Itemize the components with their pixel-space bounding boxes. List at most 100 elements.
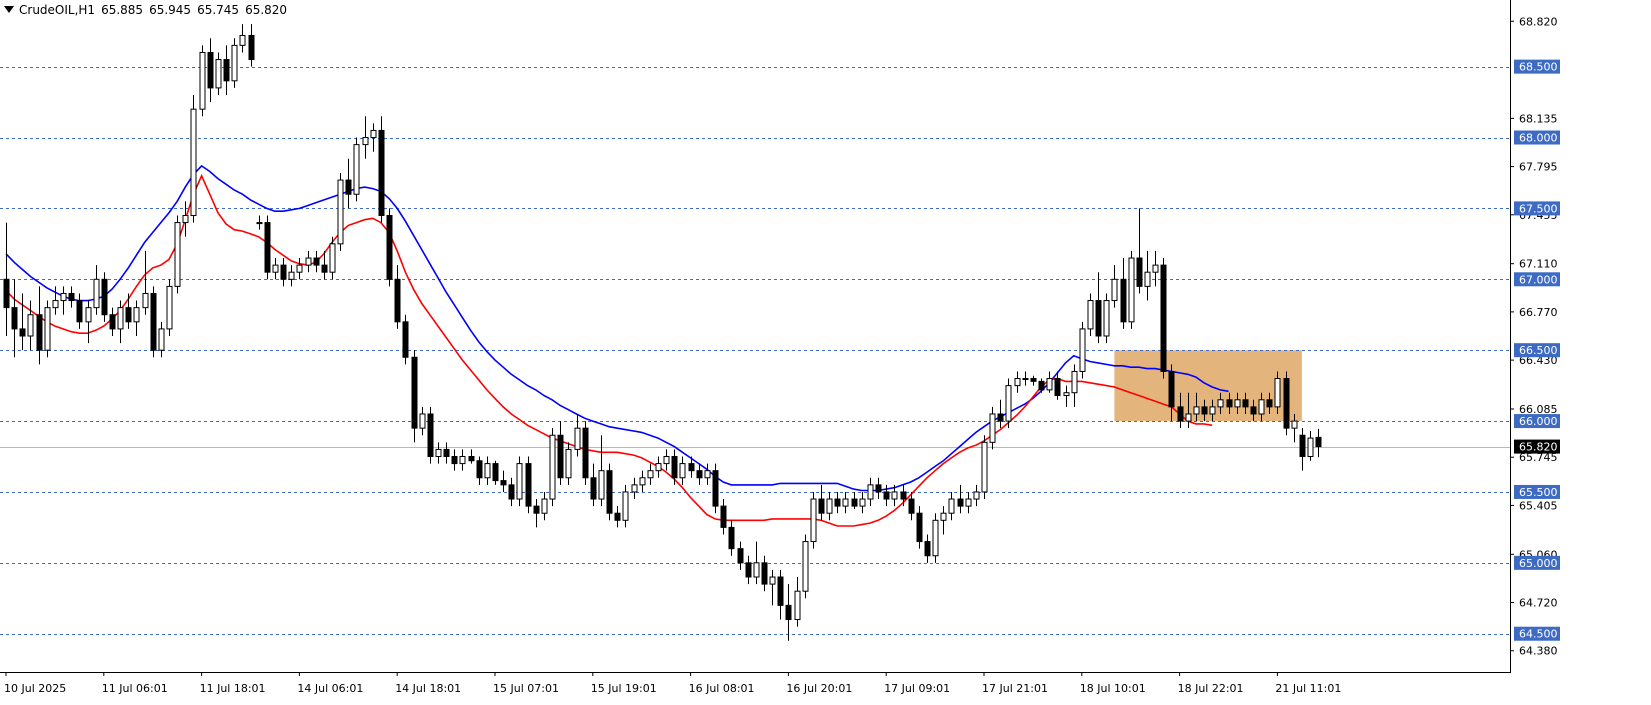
- candle-bearish: [883, 491, 890, 500]
- candle-bullish: [370, 129, 377, 139]
- candle-bullish: [622, 491, 629, 521]
- candle-bullish: [288, 271, 295, 280]
- candle-bullish: [231, 44, 238, 82]
- x-tick-label: 15 Jul 19:01: [591, 682, 657, 695]
- x-tick-label: 11 Jul 06:01: [102, 682, 168, 695]
- candle-bearish: [451, 456, 458, 465]
- candle-bullish: [948, 498, 955, 514]
- candle-bullish: [1005, 385, 1012, 422]
- candle-bullish: [52, 300, 59, 309]
- candle-bullish: [574, 427, 581, 450]
- candle-bearish: [688, 463, 695, 472]
- ohlc-high: 65.945: [149, 3, 192, 17]
- candle-bullish: [329, 243, 336, 273]
- candle-bearish: [125, 307, 132, 323]
- candle-bullish: [639, 477, 646, 486]
- candle-bearish: [614, 512, 621, 521]
- candle-bearish: [492, 463, 499, 482]
- candle-bearish: [411, 356, 418, 429]
- candle-bearish: [427, 413, 434, 458]
- candle-bearish: [557, 434, 564, 479]
- candle-bearish: [761, 562, 768, 585]
- dropdown-triangle-icon[interactable]: [4, 6, 14, 13]
- candle-bullish: [1291, 420, 1298, 429]
- ohlc-close: 65.820: [245, 3, 288, 17]
- candle-bullish: [60, 292, 67, 302]
- candle-bullish: [516, 463, 523, 500]
- candle-bearish: [321, 264, 328, 273]
- x-tick-label: 16 Jul 20:01: [786, 682, 852, 695]
- candle-bearish: [500, 480, 507, 486]
- candle-bullish: [565, 448, 572, 479]
- level-tag-label: 65.000: [1519, 557, 1558, 570]
- candle-bullish: [859, 498, 866, 507]
- candle-bearish: [1226, 399, 1233, 408]
- candle-bullish: [549, 434, 556, 500]
- candle-bullish: [842, 498, 849, 507]
- candle-bearish: [916, 512, 923, 543]
- candle-bearish: [248, 34, 255, 61]
- candle-bullish: [142, 292, 149, 309]
- x-tick-label: 21 Jul 11:01: [1275, 682, 1341, 695]
- candle-bullish: [85, 307, 92, 323]
- candle-bullish: [1217, 399, 1224, 408]
- candle-bearish: [150, 292, 157, 351]
- symbol-timeframe: CrudeOIL,H1: [19, 3, 96, 17]
- x-tick-label: 14 Jul 18:01: [395, 682, 461, 695]
- candle-bearish: [36, 314, 43, 351]
- candle-bullish: [459, 456, 466, 465]
- candle-bearish: [476, 460, 483, 479]
- candle-bullish: [769, 576, 776, 585]
- candle-bullish: [1209, 406, 1216, 415]
- candle-bullish: [158, 328, 165, 351]
- level-tag-label: 64.500: [1519, 628, 1558, 641]
- candle-bullish: [435, 448, 442, 458]
- candle-bearish: [525, 463, 532, 507]
- x-tick-label: 18 Jul 10:01: [1080, 682, 1146, 695]
- price-chart[interactable]: 68.82068.13567.79567.45567.11066.77066.4…: [0, 0, 1651, 705]
- candle-bearish: [443, 448, 450, 458]
- candle-bearish: [696, 470, 703, 479]
- candle-bullish: [679, 463, 686, 479]
- y-tick-label: 67.110: [1519, 258, 1558, 271]
- candle-bearish: [908, 498, 915, 514]
- y-tick-label: 66.085: [1519, 403, 1558, 416]
- candle-bearish: [712, 470, 719, 507]
- x-tick-label: 17 Jul 09:01: [884, 682, 950, 695]
- candle-bearish: [745, 562, 752, 578]
- y-tick-label: 68.820: [1519, 15, 1558, 28]
- candle-bearish: [1095, 300, 1102, 337]
- candle-bullish: [981, 441, 988, 493]
- candle-bullish: [305, 257, 312, 266]
- candle-bullish: [117, 307, 124, 330]
- candle-bearish: [1242, 399, 1249, 408]
- chart-header: CrudeOIL,H1 65.885 65.945 65.745 65.820: [4, 3, 293, 17]
- candle-bearish: [207, 51, 214, 89]
- candle-bearish: [1250, 406, 1257, 415]
- candle-bearish: [818, 498, 825, 514]
- candle-bearish: [851, 498, 858, 507]
- candle-bearish: [533, 505, 540, 514]
- candle-bullish: [484, 463, 491, 479]
- level-tag-label: 66.000: [1519, 415, 1558, 428]
- x-tick-label: 14 Jul 06:01: [297, 682, 363, 695]
- candle-bearish: [223, 59, 230, 82]
- candle-bullish: [1307, 437, 1314, 458]
- candle-bullish: [93, 278, 100, 309]
- candle-bullish: [199, 51, 206, 110]
- candle-bullish: [1103, 300, 1110, 337]
- candle-bearish: [1030, 378, 1037, 382]
- candle-bullish: [337, 179, 344, 245]
- candle-bearish: [264, 222, 271, 273]
- candle-bearish: [582, 427, 589, 479]
- y-tick-label: 64.380: [1519, 645, 1558, 658]
- candle-bullish: [296, 264, 303, 273]
- candle-bullish: [174, 222, 181, 287]
- candle-bearish: [386, 214, 393, 280]
- candle-bullish: [1274, 378, 1281, 408]
- candle-bullish: [810, 498, 817, 543]
- candle-bullish: [419, 413, 426, 429]
- ohlc-low: 65.745: [197, 3, 240, 17]
- candle-bearish: [1120, 278, 1127, 323]
- candle-bearish: [313, 257, 320, 266]
